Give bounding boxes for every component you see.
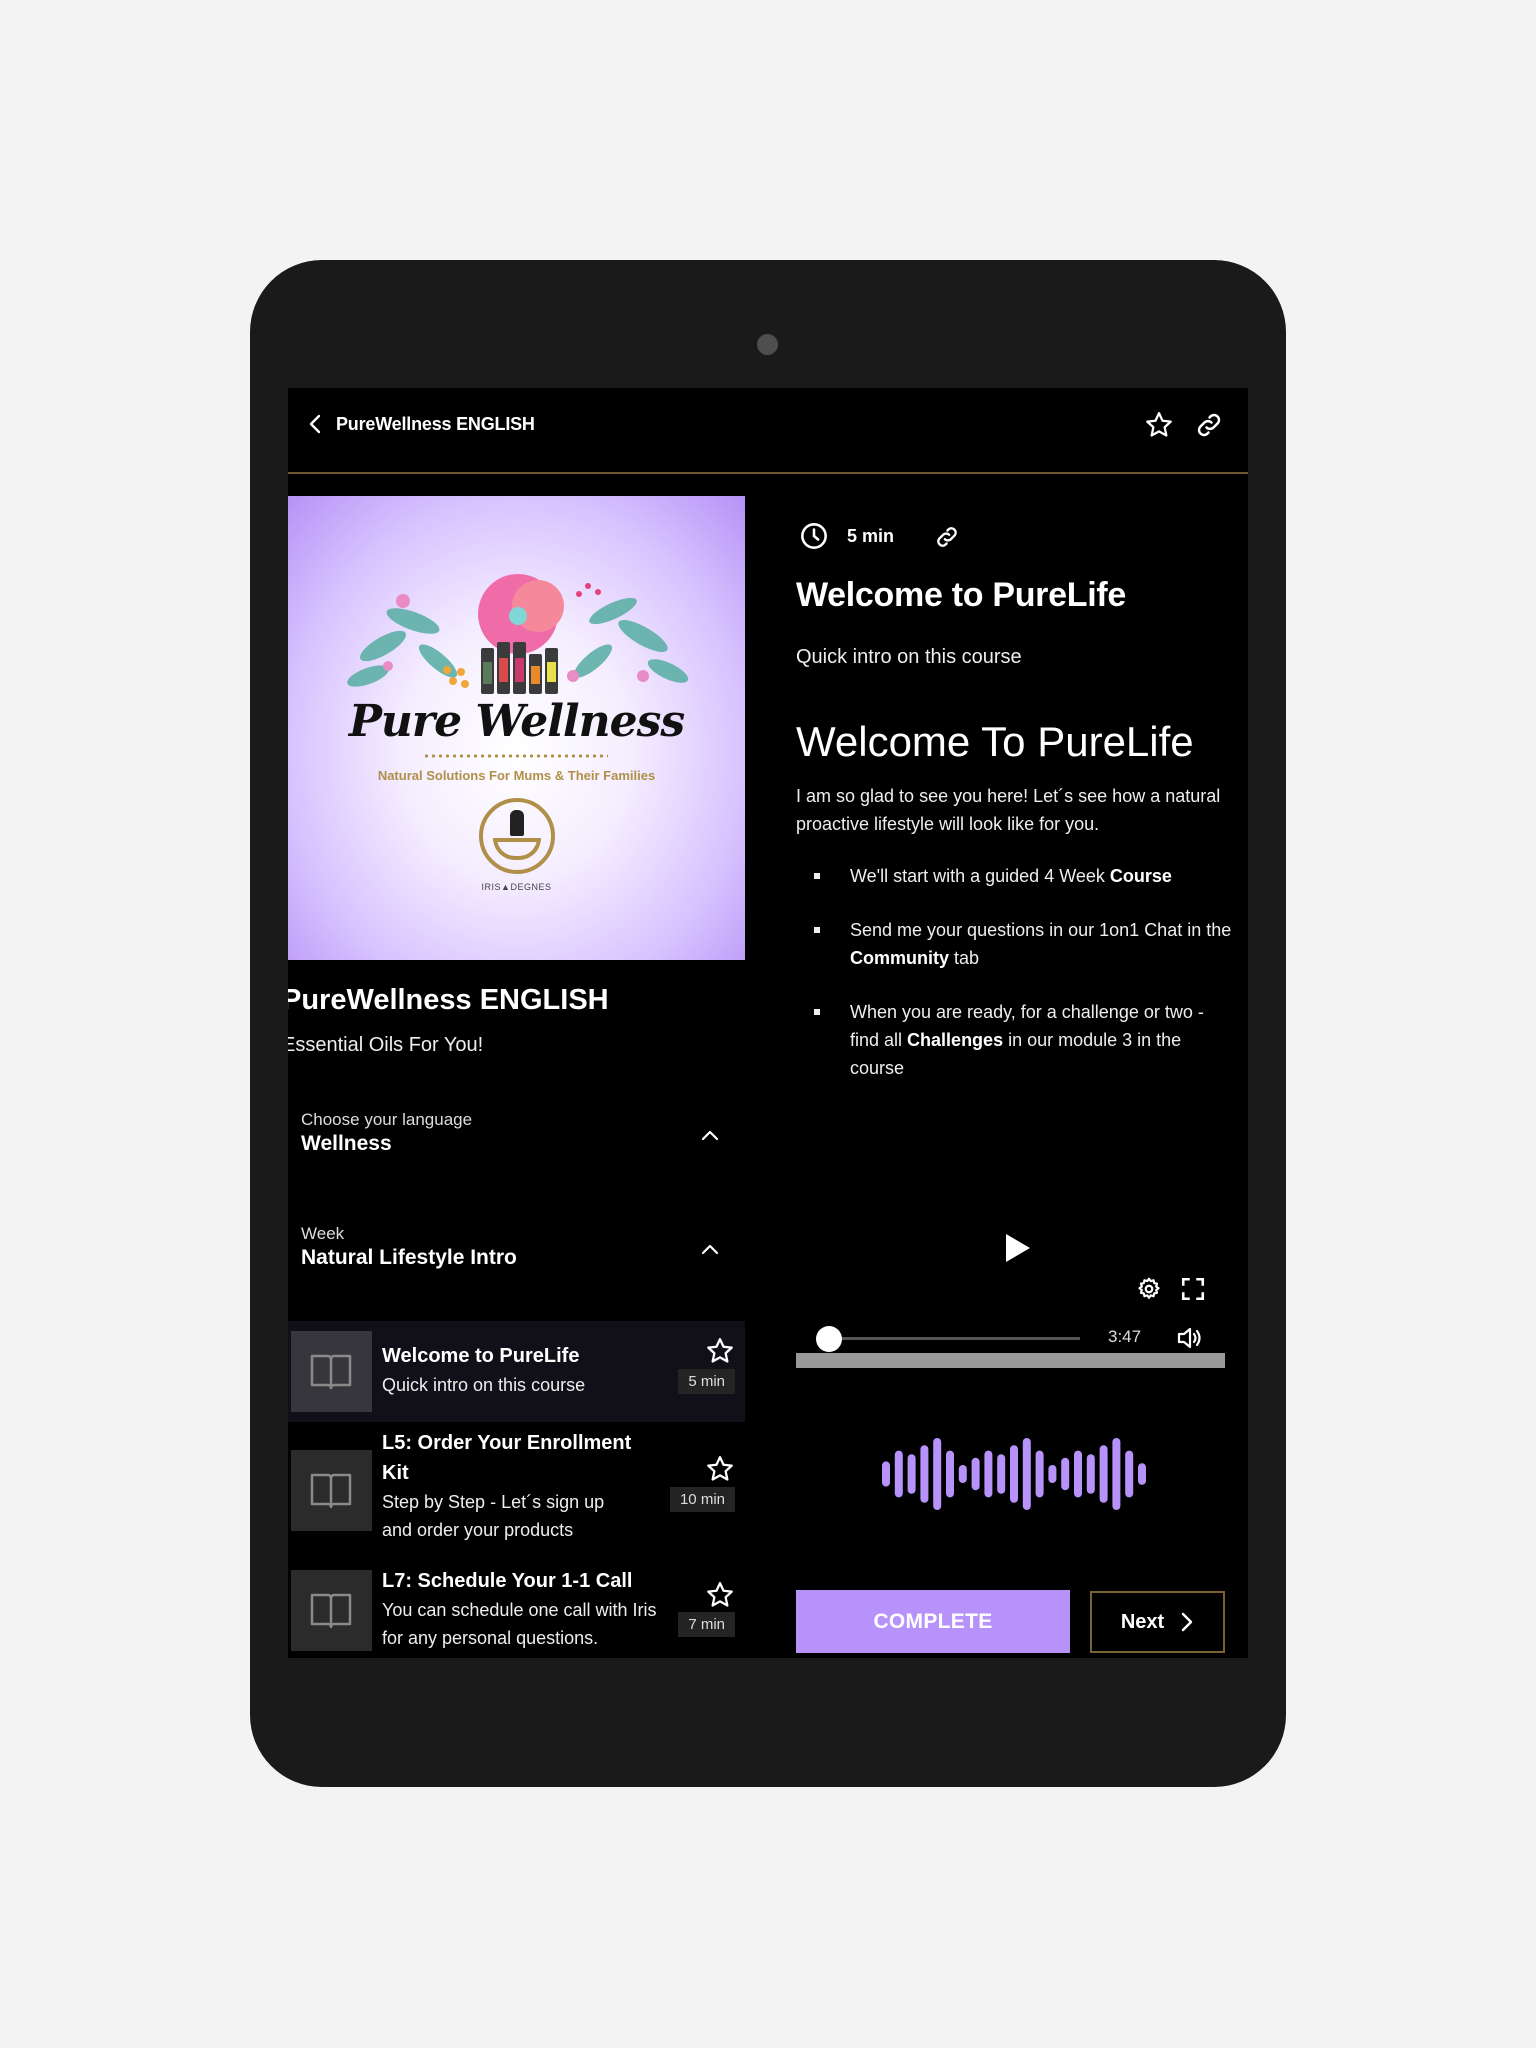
- seek-bar[interactable]: [828, 1337, 1080, 1340]
- lesson-thumbnail: [291, 1331, 372, 1412]
- bullet-item: Send me your questions in our 1on1 Chat …: [796, 916, 1236, 972]
- next-button[interactable]: Next: [1090, 1591, 1225, 1653]
- next-label: Next: [1120, 1610, 1165, 1633]
- waveform-bar: [984, 1450, 993, 1498]
- section-label: Week: [301, 1224, 345, 1243]
- audio-waveform-icon: [882, 1438, 1146, 1510]
- waveform-bar: [997, 1454, 1006, 1494]
- clock-icon: [801, 523, 827, 549]
- waveform-bar: [1061, 1457, 1070, 1491]
- content-bullet-list: We'll start with a guided 4 Week Course …: [796, 862, 1236, 1108]
- lesson-title: L5: Order Your Enrollment Kit: [382, 1432, 632, 1484]
- fullscreen-icon[interactable]: [1180, 1276, 1206, 1302]
- course-subtitle: Essential Oils For You!: [288, 1034, 484, 1056]
- language-selector[interactable]: Choose your language Wellness: [288, 1108, 745, 1178]
- lesson-subtitle: Quick intro on this course: [796, 646, 1022, 668]
- lesson-item[interactable]: L5: Order Your Enrollment Kit Step by St…: [288, 1428, 745, 1548]
- volume-icon[interactable]: [1176, 1324, 1204, 1352]
- content-heading: Welcome To PureLife: [796, 718, 1194, 765]
- lesson-description: Quick intro on this course: [382, 1375, 586, 1395]
- chevron-right-icon: [1181, 1612, 1193, 1632]
- chevron-up-icon[interactable]: [698, 1238, 722, 1262]
- waveform-bar: [1010, 1445, 1018, 1503]
- top-bar: PureWellness ENGLISH: [288, 388, 1248, 474]
- waveform-bar: [920, 1445, 929, 1503]
- seek-handle[interactable]: [816, 1326, 842, 1352]
- section-label: Choose your language: [301, 1110, 473, 1129]
- gear-icon[interactable]: [1136, 1276, 1162, 1302]
- lesson-progress-bar: [796, 1353, 1225, 1368]
- waveform-bar: [933, 1438, 942, 1510]
- star-icon[interactable]: [705, 1336, 735, 1366]
- waveform-bar: [1125, 1450, 1134, 1498]
- play-icon[interactable]: [998, 1230, 1034, 1266]
- book-icon: [310, 1593, 352, 1629]
- star-icon[interactable]: [705, 1454, 735, 1484]
- link-icon[interactable]: [934, 524, 960, 550]
- lesson-duration: 7 min: [678, 1612, 735, 1637]
- lesson-title-heading: Welcome to PureLife: [796, 576, 1126, 614]
- waveform-bar: [1022, 1438, 1031, 1510]
- cover-brand-text: Pure Wellness: [348, 696, 685, 747]
- chevron-left-icon[interactable]: [304, 412, 328, 436]
- waveform-bar: [1112, 1438, 1121, 1510]
- cover-tagline: Natural Solutions For Mums & Their Famil…: [377, 768, 656, 783]
- duration-time: 3:47: [1108, 1327, 1142, 1346]
- camera-dot: [757, 334, 778, 355]
- lesson-thumbnail: [291, 1450, 372, 1531]
- lesson-duration: 5 min: [678, 1369, 735, 1394]
- link-icon[interactable]: [1194, 410, 1224, 440]
- waveform-bar: [907, 1454, 916, 1494]
- waveform-bar: [1099, 1445, 1108, 1503]
- waveform-bar: [946, 1450, 954, 1498]
- lesson-item[interactable]: L7: Schedule Your 1-1 Call You can sched…: [288, 1566, 745, 1658]
- star-icon[interactable]: [1144, 410, 1174, 440]
- app-screen: PureWellness ENGLISH Pure Wellness Natur…: [288, 388, 1248, 1658]
- bullet-item: We'll start with a guided 4 Week Course: [796, 862, 1236, 890]
- course-title: PureWellness ENGLISH: [288, 984, 609, 1016]
- week-selector[interactable]: Week Natural Lifestyle Intro: [288, 1222, 745, 1292]
- waveform-bar: [1048, 1465, 1057, 1483]
- mortar-emblem-icon: [479, 798, 555, 874]
- waveform-bar: [1074, 1450, 1082, 1498]
- lesson-title: L7: Schedule Your 1-1 Call: [382, 1570, 633, 1592]
- course-header-title: PureWellness ENGLISH: [336, 414, 535, 434]
- cover-signature: IRIS▲DEGNES: [481, 882, 552, 892]
- waveform-bar: [958, 1465, 967, 1483]
- waveform-bar: [1086, 1454, 1095, 1494]
- book-icon: [310, 1473, 352, 1509]
- waveform-bar: [1035, 1450, 1044, 1498]
- star-icon[interactable]: [705, 1580, 735, 1610]
- course-cover-image: Pure Wellness Natural Solutions For Mums…: [288, 496, 745, 960]
- lesson-title: Welcome to PureLife: [382, 1345, 580, 1367]
- floral-illustration: [347, 574, 689, 694]
- waveform-bar: [894, 1450, 903, 1498]
- section-value: Wellness: [301, 1132, 392, 1155]
- cover-divider: [423, 754, 608, 758]
- waveform-bar: [971, 1457, 980, 1491]
- lesson-item[interactable]: Welcome to PureLife Quick intro on this …: [288, 1321, 745, 1422]
- lesson-duration-label: 5 min: [847, 526, 895, 546]
- chevron-up-icon[interactable]: [698, 1124, 722, 1148]
- bullet-item: When you are ready, for a challenge or t…: [796, 998, 1236, 1082]
- lesson-thumbnail: [291, 1570, 372, 1651]
- book-icon: [310, 1354, 352, 1390]
- waveform-bar: [882, 1461, 890, 1487]
- waveform-bar: [1138, 1463, 1146, 1485]
- complete-button[interactable]: COMPLETE: [796, 1590, 1070, 1653]
- content-intro: I am so glad to see you here! Let´s see …: [796, 786, 1221, 834]
- lesson-description: Step by Step - Let´s sign up and order y…: [382, 1492, 605, 1540]
- lesson-description: You can schedule one call with Iris for …: [382, 1600, 657, 1648]
- section-value: Natural Lifestyle Intro: [301, 1246, 517, 1269]
- lesson-duration: 10 min: [669, 1487, 735, 1512]
